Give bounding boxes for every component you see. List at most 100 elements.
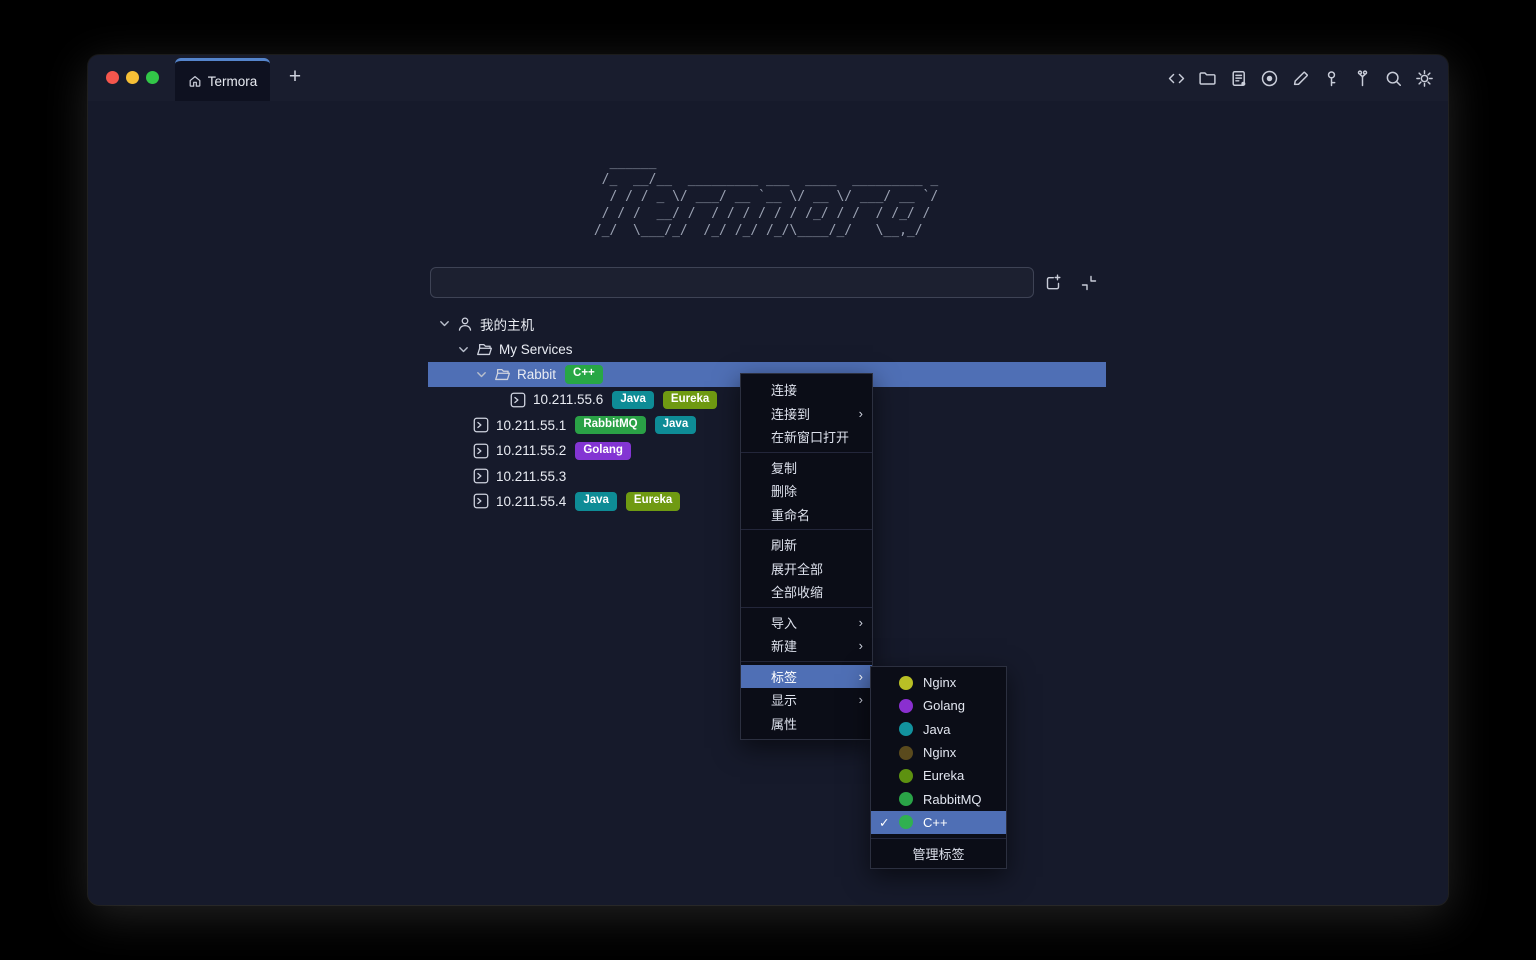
toolbar: [1165, 67, 1435, 89]
app-window: Termora + ______ /_ __/__ _________ ___ …: [88, 55, 1448, 905]
tree-item-label: 10.211.55.1: [496, 418, 566, 433]
tag-menu-label: C++: [923, 815, 948, 830]
tree-row[interactable]: My Services: [428, 336, 1106, 361]
tag-menu-item[interactable]: Java: [871, 718, 1006, 741]
host-tag: Eureka: [663, 391, 717, 409]
chevron-down-icon[interactable]: [475, 368, 488, 381]
menu-item[interactable]: 删除: [741, 479, 872, 503]
menu-item[interactable]: 连接: [741, 378, 872, 402]
menu-item-label: 展开全部: [771, 559, 823, 578]
menu-item[interactable]: 属性: [741, 712, 872, 736]
submenu-arrow-icon: ›: [859, 670, 863, 683]
submenu-arrow-icon: ›: [859, 639, 863, 652]
settings-icon[interactable]: [1413, 67, 1435, 89]
tree-item-label: Rabbit: [517, 367, 556, 382]
tag-color-dot: [899, 792, 913, 806]
ascii-logo: ______ /_ __/__ _________ ___ ____ _____…: [586, 154, 938, 239]
menu-item-label: 连接: [771, 380, 797, 399]
edit-icon[interactable]: [1289, 67, 1311, 89]
tree-item-label: 10.211.55.3: [496, 469, 566, 484]
terminal-icon: [473, 443, 489, 459]
manage-tags-item[interactable]: 管理标签: [871, 838, 1006, 868]
minimize-window-button[interactable]: [126, 71, 139, 84]
menu-item[interactable]: 复制: [741, 456, 872, 480]
context-menu: 连接连接到›在新窗口打开复制删除重命名刷新展开全部全部收缩导入›新建›标签›显示…: [740, 373, 873, 740]
submenu-arrow-icon: ›: [859, 407, 863, 420]
menu-group: 刷新展开全部全部收缩: [741, 529, 872, 607]
submenu-arrow-icon: ›: [859, 693, 863, 706]
tag-color-dot: [899, 722, 913, 736]
folder-open-icon: [476, 341, 492, 357]
menu-item-label: 刷新: [771, 535, 797, 554]
menu-item-label: 重命名: [771, 505, 810, 524]
check-icon: ✓: [879, 815, 899, 830]
tag-color-dot: [899, 769, 913, 783]
menu-item[interactable]: 新建›: [741, 634, 872, 658]
tag-menu-label: Golang: [923, 698, 965, 713]
menu-item-label: 删除: [771, 481, 797, 500]
add-host-icon[interactable]: [1040, 270, 1065, 295]
menu-group: 导入›新建›: [741, 607, 872, 661]
host-tag: Java: [655, 416, 697, 434]
search-icon[interactable]: [1382, 67, 1404, 89]
collapse-icon[interactable]: [1076, 270, 1101, 295]
tree-row[interactable]: 我的主机: [428, 311, 1106, 336]
menu-item-label: 标签: [771, 667, 797, 686]
code-icon[interactable]: [1165, 67, 1187, 89]
tree-item-label: 10.211.55.6: [533, 392, 603, 407]
menu-item-label: 全部收缩: [771, 582, 823, 601]
chevron-down-icon[interactable]: [457, 343, 470, 356]
menu-item[interactable]: 全部收缩: [741, 580, 872, 604]
traffic-lights: [106, 71, 159, 84]
tag-color-dot: [899, 676, 913, 690]
tag-menu-label: Nginx: [923, 675, 956, 690]
new-tab-button[interactable]: +: [282, 64, 308, 90]
tab-termora[interactable]: Termora: [175, 58, 270, 101]
chevron-down-icon[interactable]: [438, 317, 451, 330]
terminal-icon: [473, 493, 489, 509]
tag-menu-item[interactable]: ✓ C++: [871, 811, 1006, 834]
menu-item[interactable]: 重命名: [741, 503, 872, 527]
menu-item[interactable]: 显示›: [741, 688, 872, 712]
menu-group: 标签›显示›属性: [741, 661, 872, 739]
menu-item[interactable]: 导入›: [741, 611, 872, 635]
tag-menu-label: Eureka: [923, 768, 964, 783]
menu-item[interactable]: 展开全部: [741, 557, 872, 581]
terminal-icon: [510, 392, 526, 408]
home-icon: [188, 74, 202, 88]
tag-menu-label: Java: [923, 722, 950, 737]
key-icon[interactable]: [1320, 67, 1342, 89]
terminal-icon: [473, 468, 489, 484]
tag-menu-label: RabbitMQ: [923, 792, 982, 807]
menu-item-label: 在新窗口打开: [771, 427, 849, 446]
search-input[interactable]: [430, 267, 1034, 298]
tag-menu-item[interactable]: Nginx: [871, 741, 1006, 764]
maximize-window-button[interactable]: [146, 71, 159, 84]
tag-menu-item[interactable]: RabbitMQ: [871, 787, 1006, 810]
menu-item[interactable]: 在新窗口打开: [741, 425, 872, 449]
tag-menu-item[interactable]: Golang: [871, 694, 1006, 717]
menu-group: 复制删除重命名: [741, 452, 872, 530]
log-icon[interactable]: [1227, 67, 1249, 89]
host-tag: Eureka: [626, 492, 680, 510]
user-icon: [457, 316, 473, 332]
record-icon[interactable]: [1258, 67, 1280, 89]
tab-label: Termora: [208, 74, 258, 89]
tag-submenu: Nginx Golang Java Nginx Eureka RabbitMQ ✓ C++ 管…: [870, 666, 1007, 869]
tag-menu-item[interactable]: Eureka: [871, 764, 1006, 787]
tree-item-label: My Services: [499, 342, 573, 357]
menu-item[interactable]: 标签 ›: [741, 665, 872, 689]
host-tag: Golang: [575, 442, 631, 460]
close-window-button[interactable]: [106, 71, 119, 84]
folder-icon[interactable]: [1196, 67, 1218, 89]
menu-item[interactable]: 连接到›: [741, 402, 872, 426]
tag-menu-label: Nginx: [923, 745, 956, 760]
tree-item-label: 10.211.55.2: [496, 443, 566, 458]
menu-item[interactable]: 刷新: [741, 533, 872, 557]
menu-item-label: 复制: [771, 458, 797, 477]
branch-icon[interactable]: [1351, 67, 1373, 89]
menu-group: 连接连接到›在新窗口打开: [741, 375, 872, 452]
menu-item-label: 属性: [771, 714, 797, 733]
tag-color-dot: [899, 699, 913, 713]
tag-menu-item[interactable]: Nginx: [871, 671, 1006, 694]
